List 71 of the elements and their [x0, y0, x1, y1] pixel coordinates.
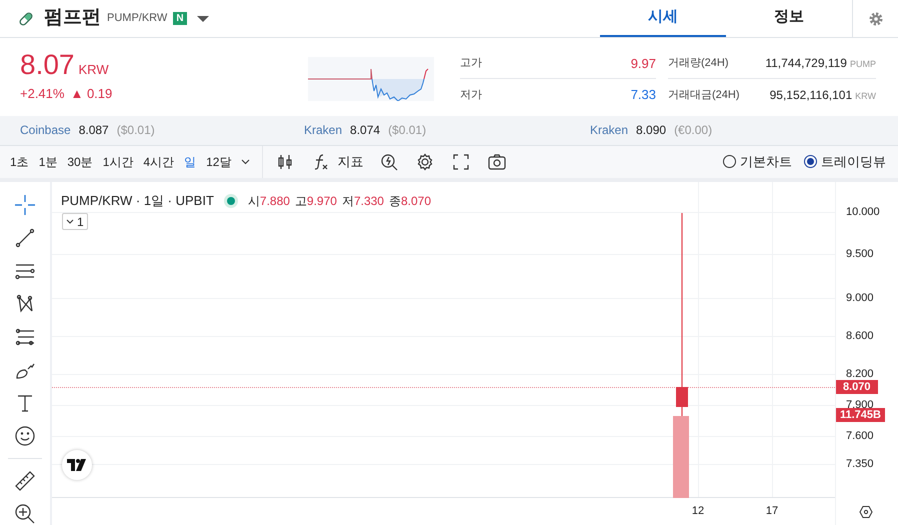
- exchange-name[interactable]: Kraken: [304, 121, 342, 140]
- time-tick: 12: [692, 504, 704, 518]
- exchange-price: 8.087: [78, 122, 109, 140]
- logo-icon: [67, 459, 87, 471]
- last-volume-tag: 11.745B: [836, 408, 885, 422]
- volume-label: 거래대금(24H): [668, 88, 740, 103]
- ohlc-value: 시7.880: [248, 192, 290, 210]
- price-tick: 7.900: [846, 399, 874, 411]
- stat-value: 7.33: [630, 86, 656, 104]
- interval-button[interactable]: 30분: [67, 152, 93, 171]
- last-price-tag: 8.070: [836, 380, 878, 394]
- coin-name: 펌프펀: [44, 6, 101, 30]
- exchange-name[interactable]: Kraken: [590, 121, 628, 140]
- volume-value: 11,744,729,119: [765, 55, 847, 72]
- logo-button[interactable]: [62, 450, 92, 480]
- smiley-icon[interactable]: [14, 425, 36, 447]
- tab[interactable]: 정보: [726, 0, 852, 38]
- currency-label: KRW: [78, 60, 109, 79]
- unit-label: KRW: [855, 90, 876, 103]
- hexagon-settings-icon[interactable]: [859, 505, 873, 519]
- chevron-down-icon: [66, 219, 74, 224]
- trend-line-icon[interactable]: [14, 227, 36, 249]
- price-tick: 8.600: [846, 330, 874, 342]
- ohlc-value: 저7.330: [342, 192, 384, 210]
- symbol-title: PUMP/KRW · 1일 · UPBIT: [61, 192, 214, 210]
- price-tick: 9.000: [846, 292, 874, 304]
- fibonacci-icon[interactable]: [14, 326, 36, 348]
- interval-button[interactable]: 1초: [10, 152, 29, 171]
- interval-button[interactable]: 1분: [38, 152, 58, 171]
- ohlc-value: 종8.070: [388, 192, 432, 210]
- camera-icon[interactable]: [487, 152, 508, 172]
- dropdown-caret-icon[interactable]: [196, 14, 209, 23]
- chart-type-radio[interactable]: 트레이딩뷰: [804, 152, 886, 172]
- alert-search-icon[interactable]: [379, 152, 400, 172]
- fullscreen-icon[interactable]: [451, 152, 472, 172]
- price-tick: 10.000: [846, 206, 880, 218]
- price-tick: 9.500: [846, 248, 874, 260]
- current-price: 8.07: [20, 50, 74, 80]
- interval-button[interactable]: 12달: [206, 152, 232, 171]
- volume-label: 거래량(24H): [668, 56, 729, 72]
- exchange-price: 8.090: [636, 122, 666, 140]
- crosshair-icon[interactable]: [14, 194, 36, 216]
- price-tick: 7.600: [846, 430, 874, 442]
- stat-value: 9.97: [630, 54, 656, 73]
- change-percent: +2.41%: [20, 85, 64, 104]
- indicator-label[interactable]: 지표: [337, 152, 364, 172]
- chevron-down-icon[interactable]: [241, 158, 250, 165]
- new-badge: N: [173, 12, 187, 26]
- change-amount: ▲ 0.19: [70, 85, 112, 104]
- price-tick: 8.200: [846, 368, 874, 380]
- pair-label: PUMP/KRW: [107, 11, 168, 26]
- exchange-name[interactable]: Coinbase: [20, 121, 71, 140]
- volume-value: 95,152,116,101: [770, 86, 852, 104]
- ohlc-value: 고9.970: [294, 192, 337, 210]
- interval-button[interactable]: 일: [184, 152, 196, 171]
- stat-label: 고가: [460, 56, 482, 72]
- interval-button[interactable]: 1시간: [102, 152, 134, 171]
- zoom-in-icon[interactable]: [14, 503, 36, 525]
- exchange-fx: ($0.01): [388, 122, 426, 140]
- unit-label: PUMP: [850, 58, 876, 72]
- exchange-price: 8.074: [350, 122, 380, 140]
- tab[interactable]: 시세: [600, 0, 726, 38]
- exchange-fx: (€0.00): [674, 122, 712, 140]
- scale-button[interactable]: 1: [62, 213, 88, 230]
- stat-label: 저가: [460, 88, 482, 103]
- time-tick: 17: [766, 504, 778, 518]
- price-tick: 7.350: [846, 458, 874, 470]
- interval-button[interactable]: 4시간: [143, 152, 174, 171]
- chart-type-radio[interactable]: 기본차트: [723, 152, 792, 172]
- ruler-icon[interactable]: [14, 470, 36, 492]
- exchange-fx: ($0.01): [116, 122, 155, 140]
